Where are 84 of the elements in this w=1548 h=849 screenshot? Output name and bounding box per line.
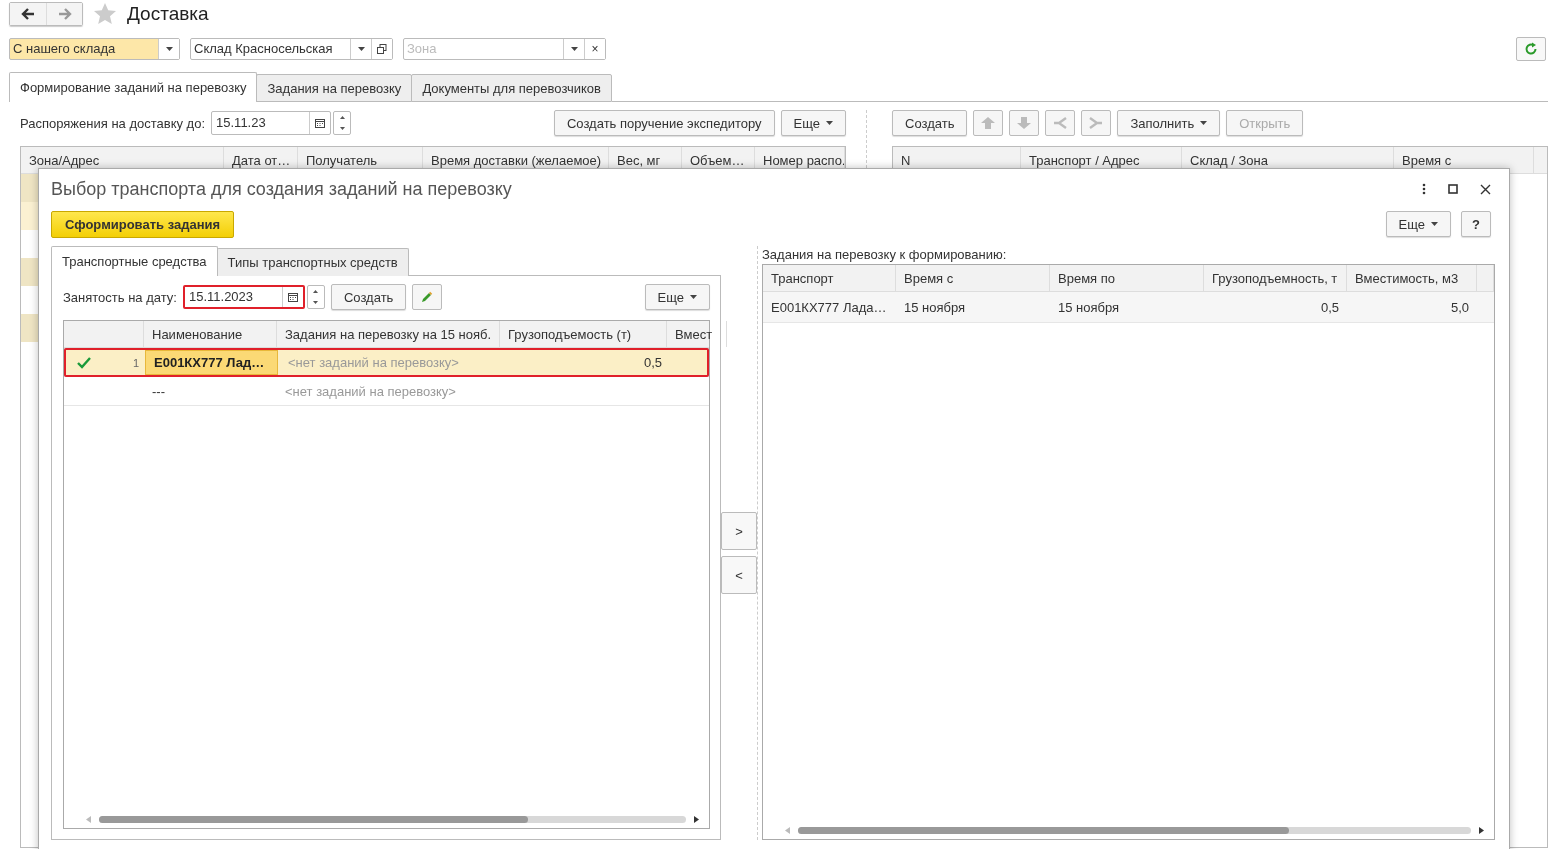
caret-icon: [1431, 222, 1439, 226]
scroll-right-icon[interactable]: [1479, 826, 1484, 834]
column-header[interactable]: Время по: [1050, 265, 1204, 291]
star-icon[interactable]: [93, 2, 117, 26]
column-header[interactable]: Вместимость, м3: [1347, 265, 1477, 291]
maximize-icon[interactable]: [1448, 184, 1458, 194]
date-label: Распоряжения на доставку до:: [20, 115, 206, 131]
caret-icon: [826, 121, 833, 125]
calendar-icon: [287, 292, 298, 302]
column-header[interactable]: Транспорт: [763, 265, 896, 291]
caret-icon: [1200, 121, 1208, 125]
generate-tasks-button[interactable]: Сформировать задания: [51, 210, 235, 238]
up-arrow-icon: [981, 117, 996, 129]
toolbar-button[interactable]: Еще: [780, 110, 846, 136]
date-field[interactable]: 15.11.23: [211, 111, 332, 135]
create-button[interactable]: Создать: [330, 284, 407, 310]
scroll-left-icon[interactable]: [785, 826, 790, 834]
select-field[interactable]: Зона ×: [403, 38, 606, 60]
column-header[interactable]: Грузоподъемность, т: [1204, 265, 1347, 291]
table-cell-text: 15 ноября: [1057, 298, 1121, 317]
table-cell-text: 0,5: [1319, 298, 1340, 317]
more-button[interactable]: Еще: [1385, 211, 1452, 237]
close-icon[interactable]: [1480, 183, 1491, 195]
up-triangle-icon[interactable]: [313, 290, 319, 293]
move-button[interactable]: <: [721, 556, 757, 594]
down-triangle-icon[interactable]: [339, 127, 345, 130]
column-header[interactable]: Вмест: [667, 321, 727, 347]
refresh-button[interactable]: [1516, 37, 1546, 61]
scroll-left-icon[interactable]: [86, 815, 91, 823]
clear-button[interactable]: ×: [584, 39, 605, 59]
date-field[interactable]: 15.11.2023: [182, 285, 305, 309]
caret-icon: [570, 47, 578, 51]
toolbar-button[interactable]: Создать поручение экспедитору: [553, 110, 775, 136]
table-cell-text: <нет заданий на перевозку>: [284, 382, 457, 401]
refresh-icon: [1524, 42, 1538, 56]
dialog-title: Выбор транспорта для создания заданий на перевозку: [51, 178, 512, 200]
date-label: Занятость на дату:: [63, 289, 177, 305]
tab[interactable]: Формирование заданий на перевозку: [9, 72, 258, 102]
up-triangle-icon[interactable]: [339, 116, 345, 119]
spin-control[interactable]: [333, 111, 352, 135]
spin-control[interactable]: [306, 285, 325, 309]
forward-arrow-icon: [57, 8, 72, 20]
caret-icon: [357, 47, 365, 51]
merge-arrows-icon: [1053, 117, 1068, 129]
row-number: 1: [132, 356, 139, 369]
caret-icon: [165, 47, 173, 51]
column-header[interactable]: Время с: [896, 265, 1050, 291]
pencil-icon: [421, 291, 434, 303]
table-cell: Е001КХ777 Лад…: [145, 350, 278, 375]
more-button[interactable]: Еще: [644, 284, 710, 310]
down-triangle-icon[interactable]: [313, 301, 319, 304]
calendar-icon: [315, 118, 326, 128]
table-cell: 0,5: [643, 355, 662, 370]
scroll-right-icon[interactable]: [694, 815, 699, 823]
column-header[interactable]: Грузоподъемость (т): [500, 321, 667, 347]
split-arrows-icon: [1089, 117, 1104, 129]
table-cell-text: Е001КХ777 Лада…: [770, 298, 888, 317]
move-button[interactable]: >: [721, 512, 757, 550]
open-window-icon: [377, 44, 387, 54]
toolbar-button[interactable]: Заполнить: [1117, 110, 1221, 136]
table-cell-text: <нет заданий на перевозку>: [287, 354, 460, 372]
help-button[interactable]: ?: [1461, 211, 1491, 237]
tab[interactable]: Транспортные средства: [51, 246, 218, 276]
select-field[interactable]: Склад Красносельская: [190, 38, 393, 60]
select-field[interactable]: С нашего склада: [9, 38, 180, 60]
more-options-icon[interactable]: [1422, 183, 1426, 195]
table-cell-text: 15 ноября: [903, 298, 967, 317]
edit-button[interactable]: [412, 284, 443, 310]
column-header[interactable]: Задания на перевозку на 15 нояб.: [277, 321, 500, 347]
table-cell-text: 5,0: [1449, 298, 1470, 317]
table-cell-text: ---: [151, 382, 166, 401]
tab[interactable]: Документы для перевозчиков: [411, 74, 612, 102]
tab[interactable]: Типы транспортных средств: [216, 248, 409, 276]
column-header[interactable]: Наименование: [144, 321, 277, 347]
toolbar-button[interactable]: Создать: [892, 110, 968, 136]
page-title: Доставка: [127, 3, 209, 25]
caret-icon: [690, 295, 697, 299]
tab[interactable]: Задания на перевозку: [256, 74, 413, 102]
table-row[interactable]: 1 Е001КХ777 Лад… <нет заданий на перевозку> 0,5: [64, 348, 709, 377]
back-button[interactable]: [10, 3, 46, 25]
back-arrow-icon: [21, 8, 35, 20]
table-row[interactable]: --- <нет заданий на перевозку>: [64, 377, 709, 406]
down-arrow-icon: [1017, 117, 1032, 129]
section-label: Задания на перевозку к формированию:: [762, 246, 1008, 264]
